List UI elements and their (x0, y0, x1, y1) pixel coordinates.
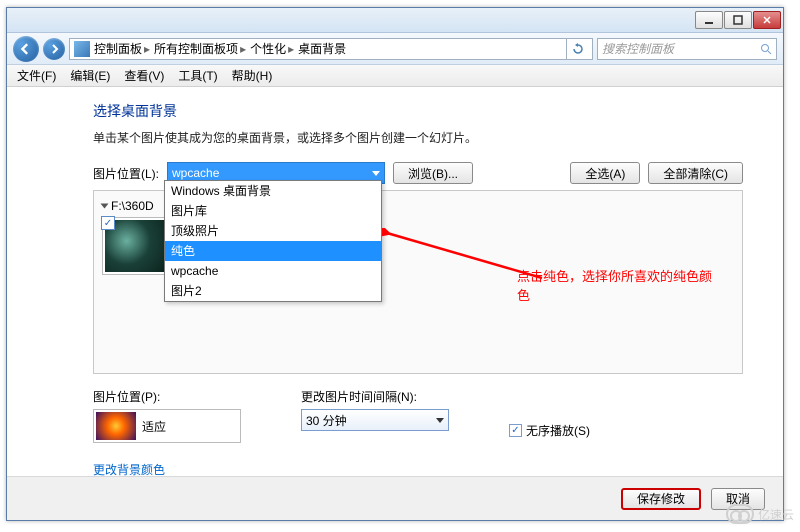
close-button[interactable] (753, 11, 781, 29)
breadcrumb[interactable]: 个性化▸ (250, 40, 294, 57)
interval-label: 更改图片时间间隔(N): (301, 388, 449, 405)
dropdown-item[interactable]: wpcache (165, 261, 381, 281)
group-label: F:\360D (111, 199, 154, 213)
thumbnail-checkbox[interactable]: ✓ (101, 216, 115, 230)
watermark: 亿速云 (726, 504, 794, 524)
expand-icon (101, 204, 109, 209)
interval-combo[interactable]: 30 分钟 (301, 409, 449, 431)
forward-button[interactable] (43, 38, 65, 60)
browse-button[interactable]: 浏览(B)... (393, 162, 473, 184)
dropdown-item[interactable]: Windows 桌面背景 (165, 181, 381, 201)
breadcrumb[interactable]: 桌面背景 (298, 40, 346, 57)
menu-file[interactable]: 文件(F) (11, 65, 62, 86)
back-button[interactable] (13, 36, 39, 62)
position-label: 图片位置(P): (93, 388, 241, 405)
change-bg-color-link[interactable]: 更改背景颜色 (93, 463, 165, 477)
chevron-down-icon (436, 418, 444, 423)
location-label: 图片位置(L): (93, 165, 159, 182)
lower-options: 图片位置(P): 适应 更改图片时间间隔(N): 30 分钟 ✓无序播放(S) (93, 374, 743, 443)
annotation-text: 点击纯色，选择你所喜欢的纯色颜色 (517, 266, 717, 304)
navbar: 控制面板▸ 所有控制面板项▸ 个性化▸ 桌面背景 搜索控制面板 (7, 33, 783, 65)
control-panel-icon (74, 41, 90, 57)
dropdown-item[interactable]: 顶级照片 (165, 221, 381, 241)
menu-help[interactable]: 帮助(H) (226, 65, 279, 86)
menu-edit[interactable]: 编辑(E) (64, 65, 116, 86)
footer: 保存修改 取消 (7, 476, 783, 520)
dropdown-item-selected[interactable]: 纯色 (165, 241, 381, 261)
titlebar (7, 8, 783, 33)
minimize-button[interactable] (695, 11, 723, 29)
page-description: 单击某个图片使其成为您的桌面背景，或选择多个图片创建一个幻灯片。 (93, 129, 743, 146)
refresh-icon[interactable] (566, 38, 588, 60)
menu-tools[interactable]: 工具(T) (172, 65, 223, 86)
chevron-down-icon (372, 171, 380, 176)
watermark-logo-icon (726, 504, 754, 524)
breadcrumb[interactable]: 控制面板▸ (94, 40, 150, 57)
dropdown-item[interactable]: 图片库 (165, 201, 381, 221)
save-button[interactable]: 保存修改 (621, 488, 701, 510)
clear-all-button[interactable]: 全部清除(C) (648, 162, 743, 184)
menubar: 文件(F) 编辑(E) 查看(V) 工具(T) 帮助(H) (7, 65, 783, 87)
maximize-button[interactable] (724, 11, 752, 29)
window: 控制面板▸ 所有控制面板项▸ 个性化▸ 桌面背景 搜索控制面板 文件(F) 编辑… (6, 7, 784, 521)
search-input[interactable]: 搜索控制面板 (597, 38, 777, 60)
location-dropdown: Windows 桌面背景 图片库 顶级照片 纯色 wpcache 图片2 (164, 180, 382, 302)
select-all-button[interactable]: 全选(A) (570, 162, 640, 184)
fit-combo[interactable]: 适应 (93, 409, 241, 443)
fit-preview-icon (96, 412, 136, 440)
page-title: 选择桌面背景 (93, 101, 743, 121)
dropdown-item[interactable]: 图片2 (165, 281, 381, 301)
shuffle-checkbox[interactable]: ✓无序播放(S) (509, 422, 590, 439)
breadcrumb[interactable]: 所有控制面板项▸ (154, 40, 246, 57)
menu-view[interactable]: 查看(V) (118, 65, 170, 86)
address-bar[interactable]: 控制面板▸ 所有控制面板项▸ 个性化▸ 桌面背景 (69, 38, 593, 60)
